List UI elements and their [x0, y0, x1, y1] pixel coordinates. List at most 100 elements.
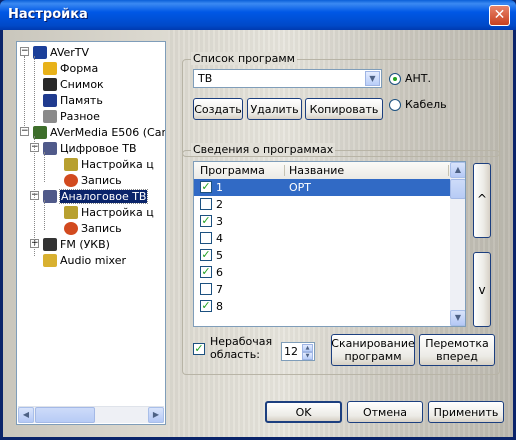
- tree-horizontal-scrollbar[interactable]: ◀ ▶: [18, 406, 164, 423]
- scan-programs-button[interactable]: Сканирование программ: [331, 334, 415, 366]
- program-number: 7: [216, 283, 223, 296]
- program-checkbox[interactable]: ✓: [200, 300, 212, 312]
- scroll-thumb[interactable]: [450, 179, 465, 199]
- program-number: 6: [216, 266, 223, 279]
- settings-tree[interactable]: ◀ ▶ AVerTV Форма Снимок Память Разное AVerMed…: [16, 41, 166, 425]
- antenna-radio[interactable]: [389, 73, 401, 85]
- move-up-button[interactable]: ^: [473, 163, 491, 238]
- program-number: 4: [216, 232, 223, 245]
- cable-radio[interactable]: [389, 99, 401, 111]
- tv-settings-icon: [64, 158, 78, 171]
- tree-expander[interactable]: −: [20, 47, 29, 56]
- table-row[interactable]: ✓ 1 ОРТ: [194, 179, 450, 196]
- client-area: ◀ ▶ AVerTV Форма Снимок Память Разное AVerMed…: [3, 30, 513, 437]
- record-icon: [64, 222, 78, 235]
- tree-item-label: Запись: [81, 222, 122, 235]
- program-number: 5: [216, 249, 223, 262]
- tree-item[interactable]: Разное: [43, 109, 100, 125]
- scroll-right-button[interactable]: ▶: [148, 407, 164, 423]
- close-button[interactable]: ✕: [489, 5, 510, 26]
- tv-icon: [43, 142, 57, 155]
- tree-item[interactable]: Цифровое ТВ: [43, 141, 137, 157]
- program-checkbox[interactable]: ✓: [200, 181, 212, 193]
- scroll-thumb[interactable]: [35, 407, 95, 423]
- scroll-left-button[interactable]: ◀: [18, 407, 34, 423]
- table-row[interactable]: ✓ 6: [194, 264, 450, 281]
- record-icon: [64, 174, 78, 187]
- program-checkbox[interactable]: ✓: [200, 266, 212, 278]
- tree-item-label: Audio mixer: [60, 254, 126, 267]
- scroll-down-button[interactable]: ▼: [450, 310, 465, 326]
- tree-item-label: Запись: [81, 174, 122, 187]
- scroll-up-button[interactable]: ▲: [450, 162, 465, 178]
- tree-item-label: Память: [60, 94, 103, 107]
- inactive-area-value[interactable]: 12: [284, 345, 298, 358]
- tree-item[interactable]: Настройка ц: [64, 205, 154, 221]
- tree-item[interactable]: Настройка ц: [64, 157, 154, 173]
- tv-icon: [43, 190, 57, 203]
- tree-item-label: AVerMedia E506 (Card: [50, 126, 166, 139]
- program-number: 3: [216, 215, 223, 228]
- tree-item-label: Разное: [60, 110, 100, 123]
- tree-item[interactable]: Форма: [43, 61, 98, 77]
- ok-button[interactable]: OK: [265, 401, 342, 423]
- skin-icon: [43, 62, 57, 75]
- misc-icon: [43, 110, 57, 123]
- table-row[interactable]: ✓ 5: [194, 247, 450, 264]
- program-number: 1: [216, 181, 223, 194]
- spin-up-button[interactable]: ▲: [302, 344, 313, 352]
- column-program[interactable]: Программа: [200, 164, 265, 177]
- tree-item-label: Форма: [60, 62, 99, 75]
- tree-item[interactable]: Аналоговое ТВ: [43, 189, 149, 205]
- tree-expander[interactable]: −: [20, 127, 29, 136]
- tree-item[interactable]: FM (УКВ): [43, 237, 110, 253]
- inactive-area-spinner[interactable]: 12 ▲ ▼: [281, 342, 315, 361]
- fast-forward-button[interactable]: Перемотка вперед: [419, 334, 495, 366]
- table-row[interactable]: 2: [194, 196, 450, 213]
- delete-button[interactable]: Удалить: [247, 98, 302, 120]
- program-number: 8: [216, 300, 223, 313]
- fm-icon: [43, 238, 57, 251]
- table-row[interactable]: 4: [194, 230, 450, 247]
- title-bar[interactable]: Настройка ✕: [0, 0, 516, 30]
- apply-button[interactable]: Применить: [428, 401, 504, 423]
- program-number: 2: [216, 198, 223, 211]
- table-row[interactable]: ✓ 8: [194, 298, 450, 315]
- snapshot-icon: [43, 78, 57, 91]
- column-name[interactable]: Название: [289, 164, 344, 177]
- program-checkbox[interactable]: [200, 232, 212, 244]
- tree-item-label: FM (УКВ): [60, 238, 110, 251]
- mixer-icon: [43, 254, 57, 267]
- copy-button[interactable]: Копировать: [305, 98, 383, 120]
- card-icon: [33, 126, 47, 139]
- tv-settings-icon: [64, 206, 78, 219]
- memory-icon: [43, 94, 57, 107]
- cancel-button[interactable]: Отмена: [347, 401, 423, 423]
- move-down-button[interactable]: v: [473, 252, 491, 327]
- program-checkbox[interactable]: [200, 283, 212, 295]
- chevron-down-icon[interactable]: ▼: [365, 71, 380, 86]
- tree-item[interactable]: AVerTV: [33, 45, 89, 61]
- program-checkbox[interactable]: [200, 198, 212, 210]
- inactive-area-checkbox[interactable]: ✓: [193, 343, 205, 355]
- tree-item[interactable]: Память: [43, 93, 103, 109]
- antenna-label: АНТ.: [405, 72, 432, 85]
- tree-item[interactable]: AVerMedia E506 (Card: [33, 125, 166, 141]
- program-table[interactable]: Программа Название ▲ ▼ ✓ 1 ОРТ 2 ✓ 3 4 ✓ 5 ✓ 6 7 ✓ 8: [193, 161, 466, 327]
- program-checkbox[interactable]: ✓: [200, 249, 212, 261]
- table-vertical-scrollbar[interactable]: ▲ ▼: [450, 162, 465, 326]
- table-header: Программа Название: [194, 162, 450, 180]
- create-button[interactable]: Создать: [193, 98, 243, 120]
- avertv-icon: [33, 46, 47, 59]
- tree-item-label: AVerTV: [50, 46, 90, 59]
- program-name: ОРТ: [289, 181, 312, 194]
- tree-item[interactable]: Запись: [64, 173, 122, 189]
- table-row[interactable]: 7: [194, 281, 450, 298]
- program-checkbox[interactable]: ✓: [200, 215, 212, 227]
- program-list-select[interactable]: ТВ ▼: [193, 69, 382, 88]
- tree-item[interactable]: Снимок: [43, 77, 104, 93]
- table-row[interactable]: ✓ 3: [194, 213, 450, 230]
- tree-item[interactable]: Audio mixer: [43, 253, 126, 269]
- tree-item[interactable]: Запись: [64, 221, 122, 237]
- spin-down-button[interactable]: ▼: [302, 352, 313, 360]
